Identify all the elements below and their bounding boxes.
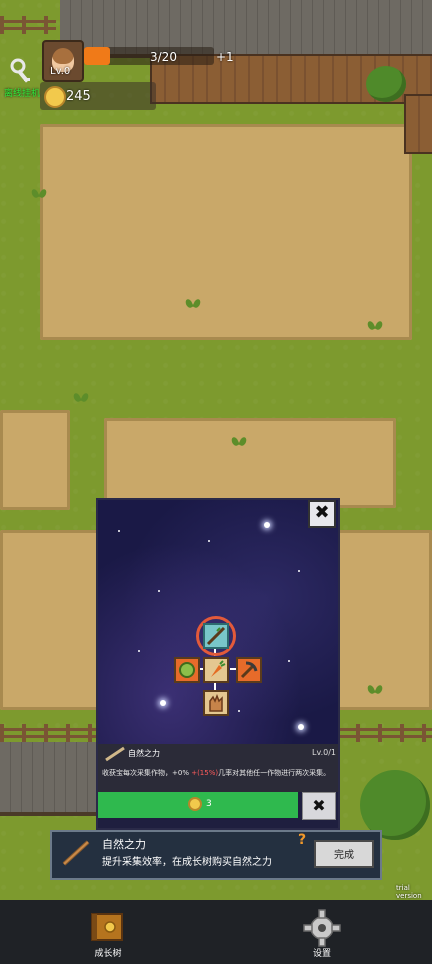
book-icon: [91, 913, 123, 941]
dirt-field-left: [0, 410, 70, 510]
trial-watermark: trial version: [396, 884, 422, 900]
star: [298, 570, 300, 572]
experience-bar-fill: [84, 47, 110, 65]
key-icon[interactable]: [10, 58, 36, 86]
star: [264, 522, 270, 528]
skill-description: 收获宝每次采集作物，+0% +(15%)几率对其他任一作物进行两次采集。: [102, 768, 330, 778]
skill-level: Lv.0/1: [312, 748, 336, 757]
stick-icon: [105, 746, 125, 762]
skill-description-text: 收获宝每次采集作物，+0%: [102, 769, 192, 777]
tutorial-description: 提升采集效率，在成长树购买自然之力: [102, 857, 272, 868]
coin-amount: 245: [66, 89, 91, 104]
cancel-button[interactable]: ✖: [302, 792, 336, 820]
coin-icon: [188, 797, 202, 811]
skill-node-pickaxe[interactable]: [236, 657, 262, 683]
offline-idle-label[interactable]: 离线挂机: [4, 86, 40, 99]
close-panel-button[interactable]: ✖: [308, 500, 336, 528]
glove-icon: [209, 693, 223, 712]
fence: [0, 16, 56, 34]
star: [298, 724, 304, 730]
experience-bar: [84, 47, 214, 65]
crop-sprout: [368, 684, 382, 694]
skill-description-highlight: +(15%): [191, 769, 219, 777]
skill-description-suffix: 几率对其他任一作物进行两次采集。: [218, 769, 331, 777]
tab-growth-tree-label: 成长树: [94, 949, 122, 959]
tutorial-title: 自然之力: [102, 838, 146, 851]
fence: [0, 724, 100, 742]
crop-sprout: [368, 320, 382, 330]
star: [138, 650, 140, 652]
done-button[interactable]: 完成: [314, 840, 374, 868]
stick-icon: [62, 840, 90, 866]
gear-icon: [303, 909, 341, 947]
bonus-text: +1: [216, 50, 234, 64]
coin-icon: [44, 86, 66, 108]
star: [288, 660, 290, 662]
crop-sprout: [74, 392, 88, 402]
star: [158, 590, 160, 592]
dirt-field-top: [40, 124, 412, 340]
crop-sprout: [232, 436, 246, 446]
skill-node-glove[interactable]: [203, 690, 229, 716]
skill-name: 自然之力: [128, 749, 160, 758]
stick-icon: [206, 626, 226, 646]
crop-icon: [179, 662, 195, 678]
player-level: Lv.0: [50, 66, 71, 77]
crop-sprout: [32, 188, 46, 198]
tab-settings[interactable]: 设置: [262, 900, 382, 964]
star: [118, 530, 120, 532]
star: [160, 700, 166, 706]
experience-text: 3/20: [150, 50, 177, 64]
skill-node-carrot[interactable]: [203, 657, 229, 683]
bush: [366, 66, 406, 102]
shed-wall: [404, 94, 432, 154]
help-icon[interactable]: ?: [298, 832, 306, 848]
house-roof: [0, 742, 110, 816]
tab-growth-tree[interactable]: 成长树: [48, 900, 168, 964]
dirt-field-middle: [104, 418, 396, 508]
skill-node-harvest[interactable]: [174, 657, 200, 683]
skill-price: 3: [206, 799, 212, 809]
fence: [334, 724, 432, 742]
star: [208, 540, 210, 542]
pickaxe-icon: [240, 661, 258, 679]
star: [238, 710, 240, 712]
tab-settings-label: 设置: [312, 949, 331, 959]
crop-sprout: [186, 298, 200, 308]
carrot-icon: [211, 660, 226, 677]
skill-node-nature-power[interactable]: [203, 623, 229, 649]
